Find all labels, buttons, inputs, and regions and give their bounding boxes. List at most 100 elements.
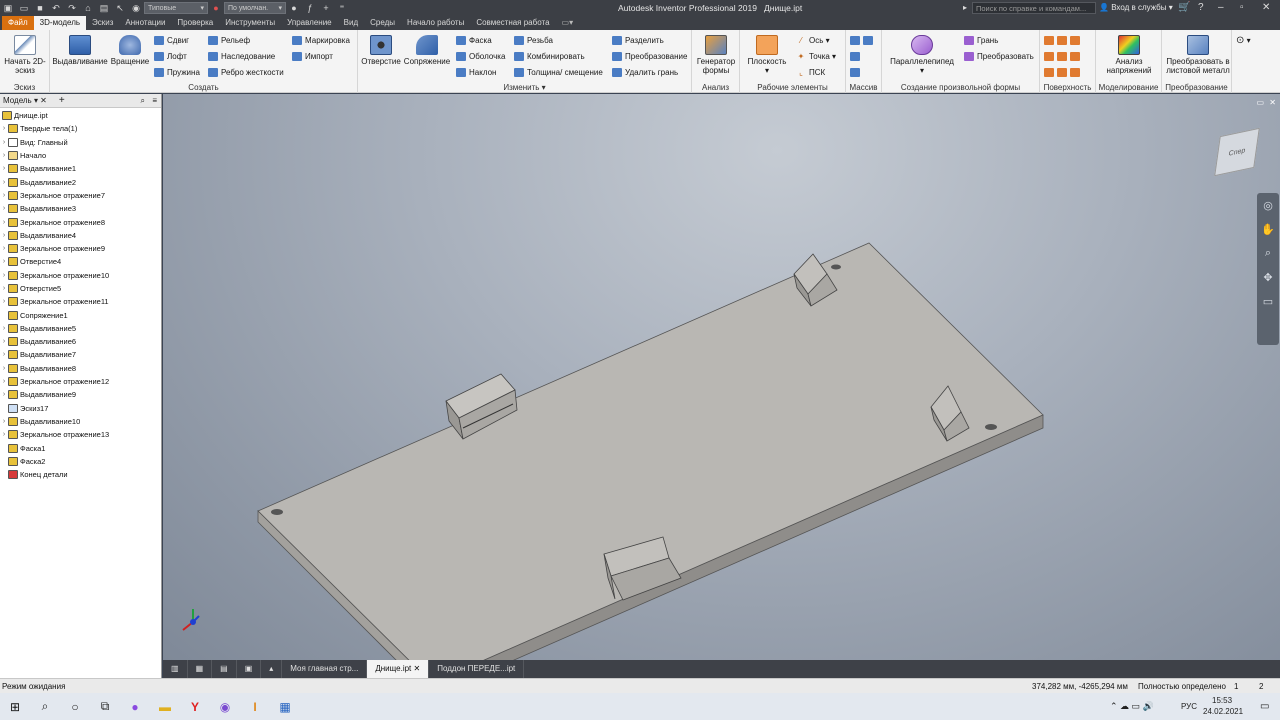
rib-button[interactable]: Ребро жесткости xyxy=(208,66,284,78)
arrange-icon[interactable]: ▣ xyxy=(237,660,262,678)
browser-menu-icon[interactable]: ≡ xyxy=(152,96,157,105)
close-button[interactable]: ✕ xyxy=(1262,2,1270,13)
sign-in-button[interactable]: 👤 Вход в службы ▾ xyxy=(1099,3,1173,12)
browser-node[interactable]: › Зеркальное отражение13 xyxy=(0,428,161,441)
browser-node[interactable]: › Выдавливание8 xyxy=(0,362,161,375)
expand-arrow-icon[interactable]: › xyxy=(0,139,8,146)
browser-node[interactable]: Днище.ipt xyxy=(0,109,161,122)
notifications-icon[interactable]: ▭ xyxy=(1260,701,1269,712)
browser-node[interactable]: › Выдавливание10 xyxy=(0,415,161,428)
browser-node[interactable]: Фаска2 xyxy=(0,455,161,468)
fillet-button[interactable]: Сопряжение xyxy=(402,32,452,66)
expand-arrow-icon[interactable]: › xyxy=(0,391,8,398)
shape-generator-button[interactable]: Генератор формы xyxy=(694,32,738,75)
search-icon[interactable]: ⌕ xyxy=(30,693,60,720)
browser-node[interactable]: Эскиз17 xyxy=(0,402,161,415)
thread-button[interactable]: Резьба xyxy=(514,34,553,46)
expand-arrow-icon[interactable]: › xyxy=(0,125,8,132)
sketch-pattern-button[interactable] xyxy=(850,66,863,78)
expand-arrow-icon[interactable]: › xyxy=(0,205,8,212)
help-icon[interactable]: ? xyxy=(1198,2,1204,13)
doc-tab-home[interactable]: Моя главная стр... xyxy=(282,660,368,678)
circ-pattern-button[interactable] xyxy=(850,50,863,62)
material-dropdown[interactable]: По умолчан. ▾ xyxy=(224,2,286,14)
task-view-icon[interactable]: ⧉ xyxy=(90,693,120,720)
update-icon[interactable]: ▤ xyxy=(98,3,110,14)
chamfer-button[interactable]: Фаска xyxy=(456,34,492,46)
browser-node[interactable]: › Отверстие5 xyxy=(0,282,161,295)
browser-node[interactable]: › Зеркальное отражение11 xyxy=(0,295,161,308)
split-button[interactable]: Разделить xyxy=(612,34,664,46)
tab-manage[interactable]: Управление xyxy=(281,16,337,30)
direct-edit-button[interactable]: Преобразование xyxy=(612,50,687,62)
maximize-button[interactable]: ▫ xyxy=(1240,2,1244,13)
cortana-icon[interactable]: ○ xyxy=(60,693,90,720)
ribbon-extra-dropdown[interactable]: ⊙ ▾ xyxy=(1236,34,1251,46)
expand-arrow-icon[interactable]: › xyxy=(0,298,8,305)
undo-icon[interactable]: ↶ xyxy=(50,3,62,14)
tab-annotate[interactable]: Аннотации xyxy=(119,16,171,30)
clock-time[interactable]: 15:53 xyxy=(1212,696,1232,705)
help-search-input[interactable]: Поиск по справке и командам... xyxy=(972,2,1096,14)
expand-arrow-icon[interactable]: › xyxy=(0,365,8,372)
browser-node[interactable]: Конец детали xyxy=(0,468,161,481)
point-button[interactable]: ✦ Точка ▾ xyxy=(796,50,836,62)
loft-button[interactable]: Лофт xyxy=(154,50,187,62)
zoom-icon[interactable]: ⌕ xyxy=(1257,241,1279,265)
tab-environments[interactable]: Среды xyxy=(364,16,401,30)
draft-button[interactable]: Наклон xyxy=(456,66,496,78)
search-arrow-icon[interactable]: ▸ xyxy=(963,3,967,12)
add-browser-icon[interactable]: + xyxy=(59,95,65,106)
sweep-button[interactable]: Сдвиг xyxy=(154,34,189,46)
browser-node[interactable]: › Отверстие4 xyxy=(0,255,161,268)
doc-tab-other[interactable]: Поддон ПЕРЕДЕ...ipt xyxy=(429,660,525,678)
expand-arrow-icon[interactable]: › xyxy=(0,272,8,279)
cart-icon[interactable]: 🛒 xyxy=(1178,2,1190,13)
redo-icon[interactable]: ↷ xyxy=(66,3,78,14)
derive-button[interactable]: Наследование xyxy=(208,50,275,62)
expand-arrow-icon[interactable]: › xyxy=(0,378,8,385)
tab-3d-model[interactable]: 3D-модель xyxy=(33,16,87,30)
hole-button[interactable]: Отверстие xyxy=(360,32,402,66)
expand-arrow-icon[interactable]: › xyxy=(0,338,8,345)
tab-tools[interactable]: Инструменты xyxy=(219,16,281,30)
coil-button[interactable]: Пружина xyxy=(154,66,200,78)
browser-node[interactable]: › Зеркальное отражение7 xyxy=(0,189,161,202)
expand-arrow-icon[interactable]: › xyxy=(0,418,8,425)
select-icon[interactable]: ↖ xyxy=(114,3,126,14)
look-at-icon[interactable]: ▭ xyxy=(1257,289,1279,313)
browser-node[interactable]: › Выдавливание2 xyxy=(0,175,161,188)
browser-node[interactable]: › Выдавливание6 xyxy=(0,335,161,348)
tab-inspect[interactable]: Проверка xyxy=(171,16,219,30)
clock-date[interactable]: 24.02.2021 xyxy=(1203,707,1243,716)
modify-group-label[interactable]: Изменить ▾ xyxy=(358,83,691,92)
extrude-button[interactable]: Выдавливание xyxy=(52,32,108,66)
browser-tab-model[interactable]: Модель ▾ ✕ xyxy=(3,96,47,105)
browser-node[interactable]: › Зеркальное отражение9 xyxy=(0,242,161,255)
browser-node[interactable]: › Зеркальное отражение8 xyxy=(0,215,161,228)
save-icon[interactable]: ■ xyxy=(34,3,46,14)
tray-icons[interactable]: ⌃ ☁ ▭ 🔊 xyxy=(1110,701,1154,712)
shell-button[interactable]: Оболочка xyxy=(456,50,505,62)
expand-arrow-icon[interactable]: › xyxy=(0,245,8,252)
start-sketch-button[interactable]: Начать 2D-эскиз xyxy=(2,32,48,75)
browser-node[interactable]: Сопряжение1 xyxy=(0,308,161,321)
freeform-face-button[interactable]: Грань xyxy=(964,34,998,46)
browser-node[interactable]: › Вид: Главный xyxy=(0,136,161,149)
freeform-box-button[interactable]: Параллелепипед ▾ xyxy=(886,32,958,75)
freeform-convert-button[interactable]: Преобразовать xyxy=(964,50,1034,62)
rect-pattern-button[interactable] xyxy=(850,34,876,46)
crosshair-icon[interactable]: + xyxy=(320,3,332,14)
axis-button[interactable]: ⁄ Ось ▾ xyxy=(796,34,829,46)
combine-button[interactable]: Комбинировать xyxy=(514,50,585,62)
fx-icon[interactable]: ƒ xyxy=(304,3,316,14)
expand-arrow-icon[interactable]: › xyxy=(0,192,8,199)
expand-arrow-icon[interactable]: › xyxy=(0,232,8,239)
tab-file[interactable]: Файл xyxy=(2,16,34,30)
appearance-dropdown[interactable]: Типовые ▾ xyxy=(144,2,208,14)
pan-icon[interactable]: ✋ xyxy=(1257,217,1279,241)
expand-arrow-icon[interactable]: › xyxy=(0,285,8,292)
calculator-icon[interactable]: ▦ xyxy=(270,693,300,720)
doc-tab-active[interactable]: Днище.ipt ✕ xyxy=(367,660,430,678)
viewport-restore-icon[interactable]: ▭ xyxy=(1256,98,1264,107)
